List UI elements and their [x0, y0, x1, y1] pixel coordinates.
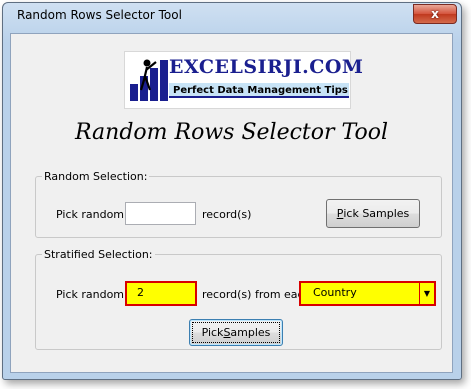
pick-samples-button-random[interactable]: Pick Samples [326, 199, 420, 228]
pick-samples-button-stratified[interactable]: Pick Samples [189, 319, 283, 346]
random-records-label: record(s) [202, 208, 252, 221]
group-by-selected-value: Country [313, 286, 357, 299]
title-bar[interactable]: Random Rows Selector Tool x [3, 3, 461, 29]
random-pick-label: Pick randomly [56, 208, 134, 221]
stratified-pick-label: Pick randomly [56, 288, 134, 301]
logo: EXCELSIRJI.COM Perfect Data Management T… [124, 51, 363, 109]
stratified-selection-legend: Stratified Selection: [44, 248, 153, 261]
page-heading: Random Rows Selector Tool [74, 120, 389, 145]
button-label-suffix: amples [230, 326, 271, 339]
random-selection-legend: Random Selection: [44, 170, 148, 183]
logo-tagline: Perfect Data Management Tips [169, 83, 349, 98]
dialog-client-area: EXCELSIRJI.COM Perfect Data Management T… [10, 33, 453, 373]
button-mnemonic: P [336, 207, 344, 220]
logo-brand-text: EXCELSIRJI.COM [169, 56, 364, 78]
close-icon: x [431, 7, 439, 21]
button-mnemonic: S [223, 326, 231, 339]
group-by-dropdown[interactable]: Country ▼ [299, 281, 436, 306]
random-selection-group: Random Selection: Pick randomly record(s… [35, 170, 442, 238]
dialog-window: Random Rows Selector Tool x EXCELSIRJI.C… [2, 2, 462, 380]
chevron-down-icon[interactable]: ▼ [419, 283, 434, 304]
close-button[interactable]: x [413, 4, 457, 24]
window-title: Random Rows Selector Tool [17, 8, 182, 22]
stratified-records-label: record(s) from each [202, 288, 311, 301]
random-count-input[interactable] [125, 202, 196, 225]
button-label: ick Samples [343, 207, 410, 220]
presenter-chart-icon [130, 59, 168, 101]
stratified-selection-group: Stratified Selection: Pick randomly 2 re… [35, 248, 442, 350]
stratified-count-input[interactable]: 2 [125, 281, 197, 306]
button-label-prefix: Pick [201, 326, 224, 339]
